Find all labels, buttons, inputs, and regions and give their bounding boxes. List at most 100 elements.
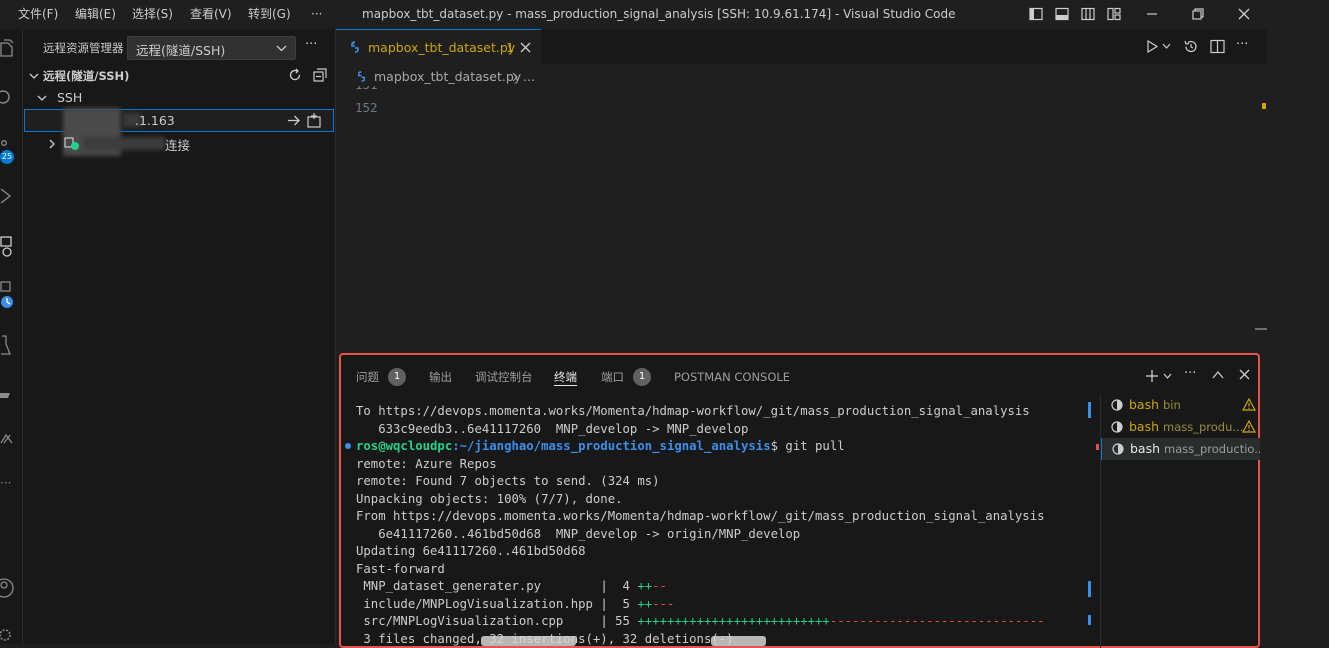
tab-mapbox-tbt-dataset[interactable]: mapbox_tbt_dataset.py 1 [336, 29, 541, 65]
maximize-panel-chevron-icon[interactable] [1212, 370, 1224, 379]
toggle-secondary-sidebar-icon[interactable] [1081, 7, 1095, 21]
timeline-history-icon[interactable] [1183, 39, 1198, 54]
toggle-primary-sidebar-icon[interactable] [1029, 7, 1043, 21]
terminal-list-item[interactable]: bash mass_produ... [1101, 416, 1259, 438]
accounts-icon[interactable] [0, 576, 14, 600]
open-in-new-window-icon[interactable] [307, 113, 322, 128]
more-views-icon[interactable]: ··· [0, 476, 11, 490]
menu-file[interactable]: 文件(F) [18, 0, 58, 29]
editor-more-actions-icon[interactable]: ··· [1236, 37, 1248, 52]
run-debug-icon[interactable] [0, 187, 12, 205]
diffstat-file: include/MNPLogVisualization.hpp [356, 597, 600, 611]
terminal-line: Updating 6e41117260..461bd50d68 [356, 543, 1091, 561]
close-panel-icon[interactable] [1239, 369, 1250, 380]
terminal-list-item-active[interactable]: bash mass_productio... [1101, 438, 1260, 460]
diffstat-line: src/MNPLogVisualization.cpp | 55 +++++++… [356, 613, 1091, 631]
terminal-profile-chevron-icon[interactable] [1163, 373, 1172, 380]
diffstat-count: | 4 [600, 579, 637, 593]
diffstat-count: | 55 [600, 614, 637, 628]
terminal-output[interactable]: To https://devops.momenta.works/Momenta/… [356, 403, 1091, 648]
notification-overlay [711, 636, 766, 646]
manage-gear-icon[interactable] [0, 623, 14, 643]
breadcrumb-file[interactable]: mapbox_tbt_dataset.py [374, 69, 521, 84]
run-dropdown-chevron-icon[interactable] [1162, 43, 1171, 50]
search-icon[interactable] [0, 89, 12, 105]
terminal-line: Fast-forward [356, 561, 1091, 579]
connect-arrow-icon[interactable] [287, 114, 301, 127]
ssh-host-row-selected[interactable]: .1.163 [24, 109, 334, 132]
terminal-name: bash [1129, 416, 1159, 438]
terminal-name: bash [1130, 438, 1160, 460]
bottom-panel: 问题 1 输出 调试控制台 终端 端口 1 POSTMAN CONSOLE ··… [339, 353, 1260, 648]
docker-icon[interactable] [0, 384, 12, 402]
prompt-path: :~/jianghao/mass_production_signal_analy… [452, 439, 770, 453]
customize-layout-icon[interactable] [1107, 7, 1121, 21]
ssh-host-2-label[interactable]: 连接 [165, 135, 190, 154]
menu-view[interactable]: 查看(V) [190, 0, 232, 29]
terminal-line: To https://devops.momenta.works/Momenta/… [356, 403, 1091, 421]
diffstat-line: MNP_dataset_generater.py | 4 ++-- [356, 578, 1091, 596]
warning-icon [1242, 420, 1256, 433]
panel-tab-terminal[interactable]: 终端 [554, 369, 577, 386]
scrollbar-slider[interactable] [1255, 328, 1267, 330]
split-editor-icon[interactable] [1210, 39, 1225, 54]
command-decoration-icon[interactable] [345, 443, 351, 449]
section-header[interactable]: 远程(隧道/SSH) [43, 68, 129, 84]
minimize-icon[interactable] [1145, 7, 1159, 21]
terminal-bash-icon [1111, 421, 1123, 433]
python-file-icon [356, 71, 367, 82]
breadcrumb-separator-icon [512, 72, 519, 82]
panel-more-actions-icon[interactable]: ··· [1184, 366, 1196, 381]
terminal-line: remote: Found 7 objects to send. (324 ms… [356, 473, 1091, 491]
close-tab-icon[interactable] [520, 42, 531, 53]
diffstat-minus: ----------------------------- [830, 614, 1045, 628]
terminal-desc: mass_produ... [1163, 416, 1243, 438]
extension-tool-icon[interactable] [0, 429, 14, 449]
menu-go[interactable]: 转到(G) [248, 0, 291, 29]
explorer-icon[interactable] [0, 39, 14, 57]
chevron-right-icon[interactable] [48, 139, 56, 149]
remote-type-select[interactable]: 远程(隧道/SSH) [127, 36, 296, 60]
terminal-bash-icon [1112, 443, 1124, 455]
panel-tab-problems[interactable]: 问题 [356, 369, 379, 385]
scroll-marker [1088, 615, 1091, 625]
terminal-line: 633c9eedb3..6e41117260 MNP_develop -> MN… [356, 421, 1091, 439]
python-file-icon [349, 41, 361, 53]
breadcrumb-more[interactable]: ... [523, 69, 535, 84]
toggle-panel-icon[interactable] [1055, 7, 1069, 21]
diffstat-file: src/MNPLogVisualization.cpp [356, 614, 600, 628]
diffstat-plus: ++ [637, 579, 652, 593]
chevron-down-icon [276, 43, 287, 53]
extensions-remote-icon[interactable] [0, 281, 16, 311]
menu-edit[interactable]: 编辑(E) [75, 0, 116, 29]
testing-icon[interactable] [0, 334, 12, 356]
notification-overlay [481, 636, 576, 646]
panel-tab-postman-console[interactable]: POSTMAN CONSOLE [674, 369, 790, 385]
terminal-list-item[interactable]: bash bin [1101, 394, 1259, 416]
terminal-line: remote: Azure Repos [356, 456, 1091, 474]
prompt-user: ros@wqcloudpc [356, 439, 452, 453]
panel-tab-ports[interactable]: 端口 [601, 369, 624, 385]
overview-ruler-warning [1262, 103, 1266, 109]
refresh-icon[interactable] [288, 68, 302, 82]
remote-explorer-icon[interactable] [0, 235, 14, 259]
scroll-marker [1088, 581, 1091, 597]
close-window-icon[interactable] [1237, 7, 1251, 21]
chevron-down-icon[interactable] [37, 93, 47, 103]
menu-selection[interactable]: 选择(S) [132, 0, 173, 29]
menu-more[interactable]: ··· [311, 0, 322, 29]
terminal-name: bash [1129, 394, 1159, 416]
scroll-marker [1088, 402, 1091, 418]
panel-tab-debug-console[interactable]: 调试控制台 [475, 369, 533, 385]
remote-type-select-value: 远程(隧道/SSH) [136, 40, 225, 59]
collapse-all-icon[interactable] [313, 68, 327, 82]
ssh-group[interactable]: SSH [57, 90, 82, 105]
chevron-down-icon[interactable] [29, 71, 39, 81]
run-file-icon[interactable] [1146, 40, 1158, 53]
new-terminal-plus-icon[interactable] [1145, 369, 1159, 383]
sidebar-title: 远程资源管理器 [43, 40, 124, 56]
panel-tab-output[interactable]: 输出 [429, 369, 452, 385]
restore-icon[interactable] [1191, 7, 1205, 21]
diffstat-plus: ++ [637, 597, 652, 611]
sidebar-more-actions-icon[interactable]: ··· [305, 37, 317, 52]
